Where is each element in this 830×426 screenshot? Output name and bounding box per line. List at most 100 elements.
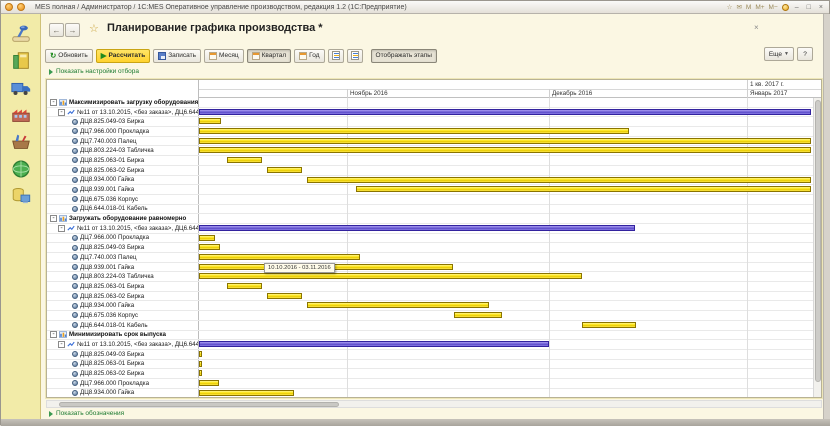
- gantt-bar[interactable]: [199, 109, 811, 115]
- gantt-bar[interactable]: [199, 370, 202, 376]
- gantt-bar[interactable]: [199, 341, 549, 347]
- year-scale-button[interactable]: Год: [294, 49, 324, 63]
- gantt-task-row[interactable]: ДЦ6.644.018-01 Кабель: [47, 321, 821, 331]
- vertical-scrollbar[interactable]: [813, 98, 821, 398]
- gantt-bar[interactable]: [227, 283, 262, 289]
- gantt-task-row[interactable]: -№11 от 13.10.2015, <без заказа>, ДЦ6.64…: [47, 340, 821, 350]
- calc-m-minus-icon[interactable]: M−: [769, 4, 778, 11]
- show-filter-settings-link[interactable]: Показать настройки отбора: [49, 68, 139, 75]
- gantt-group-row[interactable]: -Загружать оборудование равномерно: [47, 214, 821, 224]
- gantt-bar[interactable]: [267, 167, 302, 173]
- gantt-task-row[interactable]: -№11 от 13.10.2015, <без заказа>, ДЦ6.64…: [47, 224, 821, 234]
- minimize-button[interactable]: –: [793, 4, 801, 11]
- forward-button[interactable]: →: [65, 23, 80, 37]
- catalog-books-icon[interactable]: [8, 49, 34, 72]
- hscroll-thumb[interactable]: [59, 402, 339, 407]
- show-stages-toggle[interactable]: Отображать этапы: [371, 49, 437, 63]
- back-button[interactable]: ←: [49, 23, 64, 37]
- gantt-task-row[interactable]: ДЦ7.966.000 Прокладка: [47, 234, 821, 244]
- favorites-star-icon[interactable]: ☆: [727, 3, 733, 11]
- gantt-task-row[interactable]: ДЦ8.934.000 Гайка: [47, 176, 821, 186]
- gantt-task-row[interactable]: ДЦ8.934.000 Гайка: [47, 301, 821, 311]
- gantt-bar[interactable]: [199, 147, 811, 153]
- gantt-bar[interactable]: [199, 128, 629, 134]
- gantt-bar[interactable]: [199, 118, 221, 124]
- save-button[interactable]: Записать: [153, 49, 201, 63]
- scale-decrease-button[interactable]: [347, 49, 363, 63]
- close-button[interactable]: ×: [817, 4, 825, 11]
- toolbox-icon[interactable]: [8, 130, 34, 153]
- gantt-task-row[interactable]: ДЦ8.934.000 Гайка: [47, 389, 821, 398]
- gantt-group-row[interactable]: -Максимизировать загрузку оборудования: [47, 98, 821, 108]
- help-button[interactable]: ?: [797, 47, 813, 61]
- gantt-task-row[interactable]: ДЦ8.825.063-01 Бирка: [47, 282, 821, 292]
- info-icon[interactable]: [782, 4, 789, 11]
- collapse-expander-icon[interactable]: -: [58, 109, 65, 116]
- favorite-star-icon[interactable]: ☆: [89, 22, 99, 35]
- gantt-bar[interactable]: [199, 244, 220, 250]
- gantt-task-row[interactable]: ДЦ8.825.049-03 Бирка: [47, 243, 821, 253]
- gantt-task-row[interactable]: ДЦ7.966.000 Прокладка: [47, 379, 821, 389]
- gantt-task-row[interactable]: ДЦ6.675.036 Корпус: [47, 311, 821, 321]
- gantt-bar[interactable]: [199, 254, 360, 260]
- gantt-task-row[interactable]: ДЦ8.825.063-02 Бирка: [47, 166, 821, 176]
- mail-icon[interactable]: ✉: [736, 3, 741, 11]
- database-computer-icon[interactable]: [8, 184, 34, 207]
- gantt-group-row[interactable]: -Минимизировать срок выпуска: [47, 331, 821, 341]
- refresh-button[interactable]: ↻ Обновить: [45, 49, 93, 63]
- gantt-task-row[interactable]: ДЦ8.825.063-01 Бирка: [47, 156, 821, 166]
- collapse-expander-icon[interactable]: -: [50, 215, 57, 222]
- gantt-bar[interactable]: [199, 225, 635, 231]
- window-menu-icon-2[interactable]: [17, 3, 25, 11]
- collapse-expander-icon[interactable]: -: [58, 225, 65, 232]
- gantt-bar[interactable]: [267, 293, 302, 299]
- gantt-task-row[interactable]: ДЦ8.939.001 Гайка10.10.2016 - 03.11.2016: [47, 263, 821, 273]
- gantt-task-row[interactable]: ДЦ7.966.000 Прокладка: [47, 127, 821, 137]
- show-legend-link[interactable]: Показать обозначения: [49, 410, 124, 417]
- close-form-icon[interactable]: ×: [754, 23, 759, 32]
- gantt-task-row[interactable]: ДЦ8.939.001 Гайка: [47, 185, 821, 195]
- gantt-bar[interactable]: [199, 351, 202, 357]
- gantt-bar[interactable]: [199, 361, 202, 367]
- horizontal-scrollbar[interactable]: [46, 400, 822, 408]
- scale-increase-button[interactable]: [328, 49, 344, 63]
- window-menu-icon[interactable]: [5, 3, 13, 11]
- collapse-expander-icon[interactable]: -: [50, 331, 57, 338]
- quarter-scale-button[interactable]: Квартал: [247, 49, 292, 63]
- gantt-task-row[interactable]: ДЦ7.740.003 Палец: [47, 137, 821, 147]
- gantt-bar[interactable]: [454, 312, 502, 318]
- gantt-task-row[interactable]: ДЦ6.644.018-01 Кабель: [47, 205, 821, 215]
- gantt-bar[interactable]: [582, 322, 636, 328]
- gantt-bar[interactable]: [356, 186, 811, 192]
- gantt-task-row[interactable]: ДЦ8.825.063-02 Бирка: [47, 369, 821, 379]
- gantt-task-row[interactable]: ДЦ8.825.049-03 Бирка: [47, 117, 821, 127]
- gantt-task-row[interactable]: ДЦ7.740.003 Палец: [47, 253, 821, 263]
- gantt-bar[interactable]: [227, 157, 262, 163]
- gantt-bar[interactable]: [199, 380, 219, 386]
- collapse-expander-icon[interactable]: -: [50, 99, 57, 106]
- collapse-expander-icon[interactable]: -: [58, 341, 65, 348]
- calculate-button[interactable]: ▶ Рассчитать: [96, 49, 150, 63]
- month-scale-button[interactable]: Месяц: [204, 49, 244, 63]
- gantt-task-row[interactable]: ДЦ8.803.224-03 Табличка: [47, 272, 821, 282]
- desk-lamp-icon[interactable]: [8, 22, 34, 45]
- restore-button[interactable]: □: [805, 4, 813, 11]
- gantt-task-row[interactable]: ДЦ6.675.036 Корпус: [47, 195, 821, 205]
- calc-m-icon[interactable]: M: [746, 4, 751, 11]
- gantt-task-row[interactable]: -№11 от 13.10.2015, <без заказа>, ДЦ6.64…: [47, 108, 821, 118]
- calc-m-plus-icon[interactable]: M+: [755, 4, 764, 11]
- gantt-task-row[interactable]: ДЦ8.825.063-02 Бирка: [47, 292, 821, 302]
- gantt-task-row[interactable]: ДЦ8.825.063-01 Бирка: [47, 360, 821, 370]
- globe-icon[interactable]: [8, 157, 34, 180]
- more-button[interactable]: Еще ▼: [764, 47, 794, 61]
- gantt-bar[interactable]: [199, 273, 582, 279]
- gantt-bar[interactable]: [199, 138, 811, 144]
- gantt-task-row[interactable]: ДЦ8.825.049-03 Бирка: [47, 350, 821, 360]
- gantt-task-row[interactable]: ДЦ8.803.224-03 Табличка: [47, 146, 821, 156]
- gantt-bar[interactable]: [307, 302, 489, 308]
- gantt-bar[interactable]: [307, 177, 811, 183]
- gantt-bar[interactable]: [199, 235, 215, 241]
- gantt-bar[interactable]: [199, 390, 294, 396]
- factory-icon[interactable]: [8, 103, 34, 126]
- vscroll-thumb[interactable]: [815, 100, 821, 382]
